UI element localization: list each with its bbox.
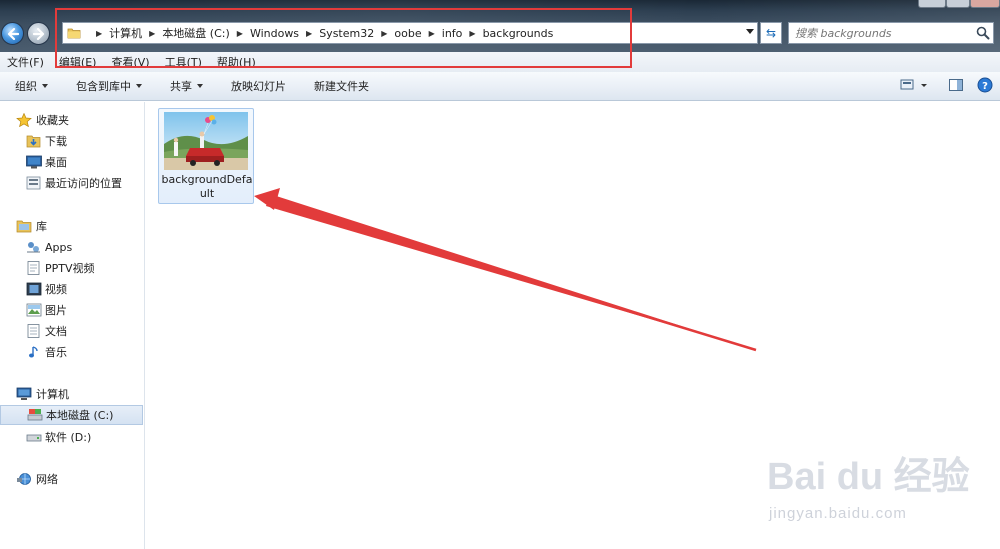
command-bar: 组织 包含到库中 共享 放映幻灯片 新建文件夹 ? [0,72,1000,101]
share-label: 共享 [170,80,192,93]
sidebar-item-label: 音乐 [45,346,67,359]
refresh-icon: ⇆ [765,26,777,40]
organize-button[interactable]: 组织 [15,78,48,94]
baidu-jingyan-watermark: Bai du 经验 jingyan.baidu.com [765,445,995,535]
share-button[interactable]: 共享 [170,78,203,94]
svg-text:?: ? [982,81,988,92]
sidebar-favorites[interactable]: 收藏夹 [0,110,143,130]
menu-file[interactable]: 文件(F) [7,54,44,70]
sidebar-header-computer: 计算机 [36,388,69,401]
network-icon [17,473,31,485]
picture-library-icon [26,303,42,317]
sidebar-item-videos[interactable]: 视频 [0,279,143,299]
sidebar-item-pictures[interactable]: 图片 [0,300,143,320]
sidebar-item-downloads[interactable]: 下载 [0,131,143,151]
drive-icon [26,434,42,442]
sidebar-computer[interactable]: 计算机 [0,384,143,404]
preview-pane-icon [949,79,963,91]
dropdown-arrow-icon [136,84,142,88]
slideshow-label: 放映幻灯片 [231,80,286,93]
include-in-library-button[interactable]: 包含到库中 [76,78,142,94]
organize-label: 组织 [15,80,37,93]
sidebar-item-label: 桌面 [45,156,67,169]
view-options-button[interactable] [900,77,930,96]
search-icon[interactable] [976,26,990,40]
sidebar-item-apps[interactable]: Apps [0,237,143,257]
preview-pane-button[interactable] [948,77,964,96]
slideshow-button[interactable]: 放映幻灯片 [231,78,286,94]
new-folder-label: 新建文件夹 [314,80,369,93]
sidebar-item-label: 文档 [45,325,67,338]
minimize-button[interactable] [918,0,946,8]
sidebar-item-recent-places[interactable]: 最近访问的位置 [0,173,143,193]
address-dropdown-icon[interactable] [746,29,754,34]
system-drive-icon [27,409,43,421]
sidebar-libraries[interactable]: 库 [0,216,143,236]
include-library-label: 包含到库中 [76,80,131,93]
refresh-button[interactable]: ⇆ [760,22,782,44]
watermark-url: jingyan.baidu.com [769,505,907,522]
annotation-highlight-box [55,8,632,68]
maximize-button[interactable] [946,0,970,8]
sidebar-header-libraries: 库 [36,220,47,233]
watermark-logo: Bai du 经验 [767,456,970,498]
sidebar-item-documents[interactable]: 文档 [0,321,143,341]
apps-library-icon [27,242,40,253]
dropdown-arrow-icon [197,84,203,88]
sidebar-item-label: PPTV视频 [45,262,95,275]
sidebar-item-label: 下载 [45,135,67,148]
music-note-icon [29,346,38,358]
desktop-icon [26,155,42,169]
libraries-icon [16,220,32,233]
video-library-icon [26,282,42,296]
sidebar-item-desktop[interactable]: 桌面 [0,152,143,172]
star-icon [16,113,32,127]
view-icon [900,79,927,90]
arrow-left-icon [7,28,19,40]
search-box[interactable] [788,22,994,44]
sidebar-item-label: 本地磁盘 (C:) [46,409,114,422]
computer-icon [16,387,32,400]
downloads-folder-icon [26,135,41,148]
sidebar-item-label: 软件 (D:) [45,431,92,444]
dropdown-arrow-icon [42,84,48,88]
sidebar-header-favorites: 收藏夹 [36,114,69,127]
explorer-window: ▶ 计算机 ▶ 本地磁盘 (C:) ▶ Windows ▶ System32 ▶… [0,0,1000,549]
sidebar-item-label: 图片 [45,304,67,317]
sidebar-network[interactable]: 网络 [0,469,143,489]
sidebar-item-music[interactable]: 音乐 [0,342,143,362]
help-icon: ? [977,77,993,93]
arrow-right-icon [33,28,45,40]
sidebar-item-pptv-video[interactable]: PPTV视频 [0,258,143,278]
file-list-pane: backgroundDefault Bai du 经验 jingyan.baid… [146,102,1000,549]
search-input[interactable] [795,26,975,41]
forward-button[interactable] [27,22,50,45]
sidebar-header-network: 网络 [36,473,58,486]
navigation-pane: 收藏夹 下载 桌面 最近访问的位置 库 Apps PPTV视频 视频 图片 文档… [0,102,145,549]
document-icon [27,324,40,338]
back-button[interactable] [1,22,24,45]
help-button[interactable]: ? [977,77,993,96]
recent-places-icon [26,176,41,190]
sidebar-item-software-d[interactable]: 软件 (D:) [0,427,143,447]
document-library-icon [27,261,40,275]
sidebar-item-label: 视频 [45,283,67,296]
new-folder-button[interactable]: 新建文件夹 [314,78,369,94]
sidebar-item-label: Apps [45,240,73,254]
sidebar-item-label: 最近访问的位置 [45,177,122,190]
sidebar-item-local-disk-c[interactable]: 本地磁盘 (C:) [0,405,143,425]
close-button[interactable] [970,0,1000,8]
